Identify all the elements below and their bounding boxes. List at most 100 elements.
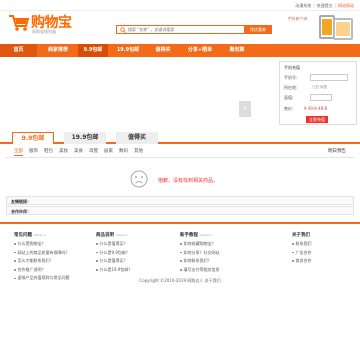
footer-link[interactable]: 什么是值得买？: [96, 241, 132, 247]
nav-label: 19.9包邮: [116, 47, 140, 53]
nav-label: 值得买: [155, 47, 171, 53]
search-bar: 找优惠券: [116, 25, 272, 34]
footer-col-title: 新手教程 more>>: [180, 232, 220, 238]
top-link-2[interactable]: 快速提交: [317, 3, 333, 9]
filter-all[interactable]: 全部: [14, 148, 23, 156]
tab-9-9[interactable]: 9.9包邮: [12, 132, 54, 144]
nav-home[interactable]: 首页: [0, 44, 37, 57]
nav-share[interactable]: 分享+晒单: [182, 44, 218, 57]
more-link[interactable]: more>>: [200, 233, 213, 237]
amount-label: 面值:: [284, 95, 294, 100]
app-promo[interactable]: 手机客户端: [285, 12, 355, 44]
footer-col-title-text: 新手教程: [180, 233, 198, 238]
divider: [6, 157, 354, 158]
area-label: 所在地:: [284, 85, 298, 90]
filter-shoes-bags[interactable]: 鞋包: [44, 148, 53, 156]
footer-link[interactable]: 网站上的商品质量有保障吗？: [14, 250, 70, 256]
nav-label: 聚划算: [229, 47, 245, 53]
tab-label: 值得买: [127, 134, 146, 141]
footer-col-title: 关于我们: [292, 232, 312, 238]
nav-juhuasuan[interactable]: 聚划算: [222, 44, 252, 57]
recharge-title: 手机充值: [284, 65, 300, 70]
separator: |: [334, 3, 336, 8]
footer-link[interactable]: 广告合作: [292, 250, 312, 256]
friend-links-label: 友情链接：: [11, 199, 31, 204]
filter-clothing[interactable]: 服饰: [29, 148, 38, 156]
nav-19-9[interactable]: 19.9包邮: [112, 44, 144, 57]
area-value: 江西 南昌: [312, 85, 328, 89]
search-icon: [120, 27, 126, 33]
footer-col-products: 商品说明 more>> 什么是值得买？ 什么是9.9包邮？ 什么是值得买？ 什么…: [96, 232, 132, 275]
footer-link[interactable]: 联系我们: [292, 241, 312, 247]
tab-19-9[interactable]: 19.9包邮: [64, 132, 106, 144]
recharge-button[interactable]: 立即充值: [306, 116, 328, 123]
banner-slider[interactable]: ›: [6, 61, 277, 125]
nav-label: 商家推荐: [47, 47, 68, 53]
footer-link[interactable]: 如何联系我们？: [180, 258, 220, 264]
filter-food[interactable]: 美食: [74, 148, 83, 156]
page: 动漫系统 | 快速提交 | 网站网站 购物宝 网购省钱利器 找优惠券 手机客户端…: [0, 0, 360, 360]
footer-col-title-text: 常见问题: [14, 233, 32, 238]
copyright: Copyright ©2010-2019 网购达人 关于我们: [139, 278, 221, 283]
filter-digital[interactable]: 数码: [119, 148, 128, 156]
category-filters: 全部 服饰 鞋包 美妆 美食 母婴 居家 数码 其他: [14, 148, 143, 156]
top-utility-bar: 动漫系统 | 快速提交 | 网站网站: [0, 0, 360, 11]
footer-col-tutorial: 新手教程 more>> 如何收藏购物宝？ 如何分享？社交网站 如何联系我们？ 填…: [180, 232, 220, 275]
nav-merchants[interactable]: 商家推荐: [40, 44, 76, 57]
tab-label: 9.9包邮: [21, 135, 45, 142]
footer-link[interactable]: 怎么才能联系我们？: [14, 258, 70, 264]
sad-face-icon: [130, 170, 148, 188]
footer-col-about: 关于我们 联系我们 广告合作 商务合作: [292, 232, 312, 267]
footer-link[interactable]: 商务合作: [292, 258, 312, 264]
nav-label: 9.9包邮: [83, 47, 103, 53]
product-tabs: 9.9包邮 19.9包邮 值得买: [0, 132, 360, 144]
nav-9-9[interactable]: 9.9包邮: [78, 44, 108, 57]
partners-label: 合作伙伴：: [11, 209, 31, 214]
search-input[interactable]: [128, 26, 238, 33]
footer-link[interactable]: 如何收藏购物宝？: [180, 241, 220, 247]
footer-col-faq: 常见问题 more>> 什么是购物宝？ 网站上的商品质量有保障吗？ 怎么才能联系…: [14, 232, 70, 284]
more-link[interactable]: more>>: [116, 233, 129, 237]
next-arrow-icon[interactable]: ›: [239, 101, 251, 117]
phone-recharge-box: 手机充值 手机号: 所在地: 江西 南昌 面值: 售价: ¥ 49.9-49.8…: [279, 61, 357, 125]
empty-message: 抱歉，没有找到相关商品。: [158, 178, 219, 184]
filter-other[interactable]: 其他: [134, 148, 143, 156]
logo-subtitle: 网购省钱利器: [32, 29, 56, 34]
friend-links-box: 友情链接：: [6, 196, 354, 205]
empty-state: 抱歉，没有找到相关商品。: [130, 170, 250, 190]
site-logo[interactable]: 购物宝 网购省钱利器: [8, 12, 88, 34]
phone-label: 手机号:: [284, 75, 298, 80]
filter-baby[interactable]: 母婴: [89, 148, 98, 156]
footer-col-title-text: 商品说明: [96, 233, 114, 238]
shopping-cart-icon: [9, 15, 30, 31]
filter-beauty[interactable]: 美妆: [59, 148, 68, 156]
top-link-3[interactable]: 网站网站: [338, 3, 354, 9]
tab-worth-buying[interactable]: 值得买: [116, 132, 158, 144]
partners-box: 合作伙伴：: [6, 206, 354, 215]
filter-home[interactable]: 居家: [104, 148, 113, 156]
footer-col-title: 常见问题 more>>: [14, 232, 70, 238]
tab-label: 19.9包邮: [71, 134, 99, 141]
footer-link[interactable]: 合作推广说明？: [14, 267, 70, 273]
top-link-1[interactable]: 动漫系统: [295, 3, 311, 9]
amount-select[interactable]: [310, 94, 332, 101]
main-nav: 首页 商家推荐 9.9包邮 19.9包邮 值得买 分享+晒单 聚划算: [0, 44, 360, 57]
footer-col-title: 商品说明 more>>: [96, 232, 132, 238]
footer-link[interactable]: 什么是9.9包邮？: [96, 250, 132, 256]
footer-link[interactable]: 如何分享？社交网站: [180, 250, 220, 256]
nav-worth-buying[interactable]: 值得买: [148, 44, 178, 57]
promo-text: 手机客户端: [287, 16, 307, 21]
more-link[interactable]: more>>: [34, 233, 47, 237]
footer-link[interactable]: 什么是19.9包邮？: [96, 267, 133, 273]
phone-field[interactable]: [310, 74, 348, 81]
tomorrow-preview-link[interactable]: 明日预告: [328, 148, 346, 154]
footer-link[interactable]: 什么是购物宝？: [14, 241, 70, 247]
price-label: 售价:: [284, 106, 294, 111]
price-value: ¥ 49.9-49.8: [304, 106, 328, 111]
footer-link[interactable]: 填写支付等相关信息: [180, 267, 220, 273]
footer-link[interactable]: 什么是值得买？: [96, 258, 132, 264]
tablet-icon: [333, 18, 353, 40]
nav-label: 首页: [13, 47, 24, 53]
search-button[interactable]: 找优惠券: [244, 25, 272, 34]
nav-label: 分享+晒单: [187, 47, 213, 53]
